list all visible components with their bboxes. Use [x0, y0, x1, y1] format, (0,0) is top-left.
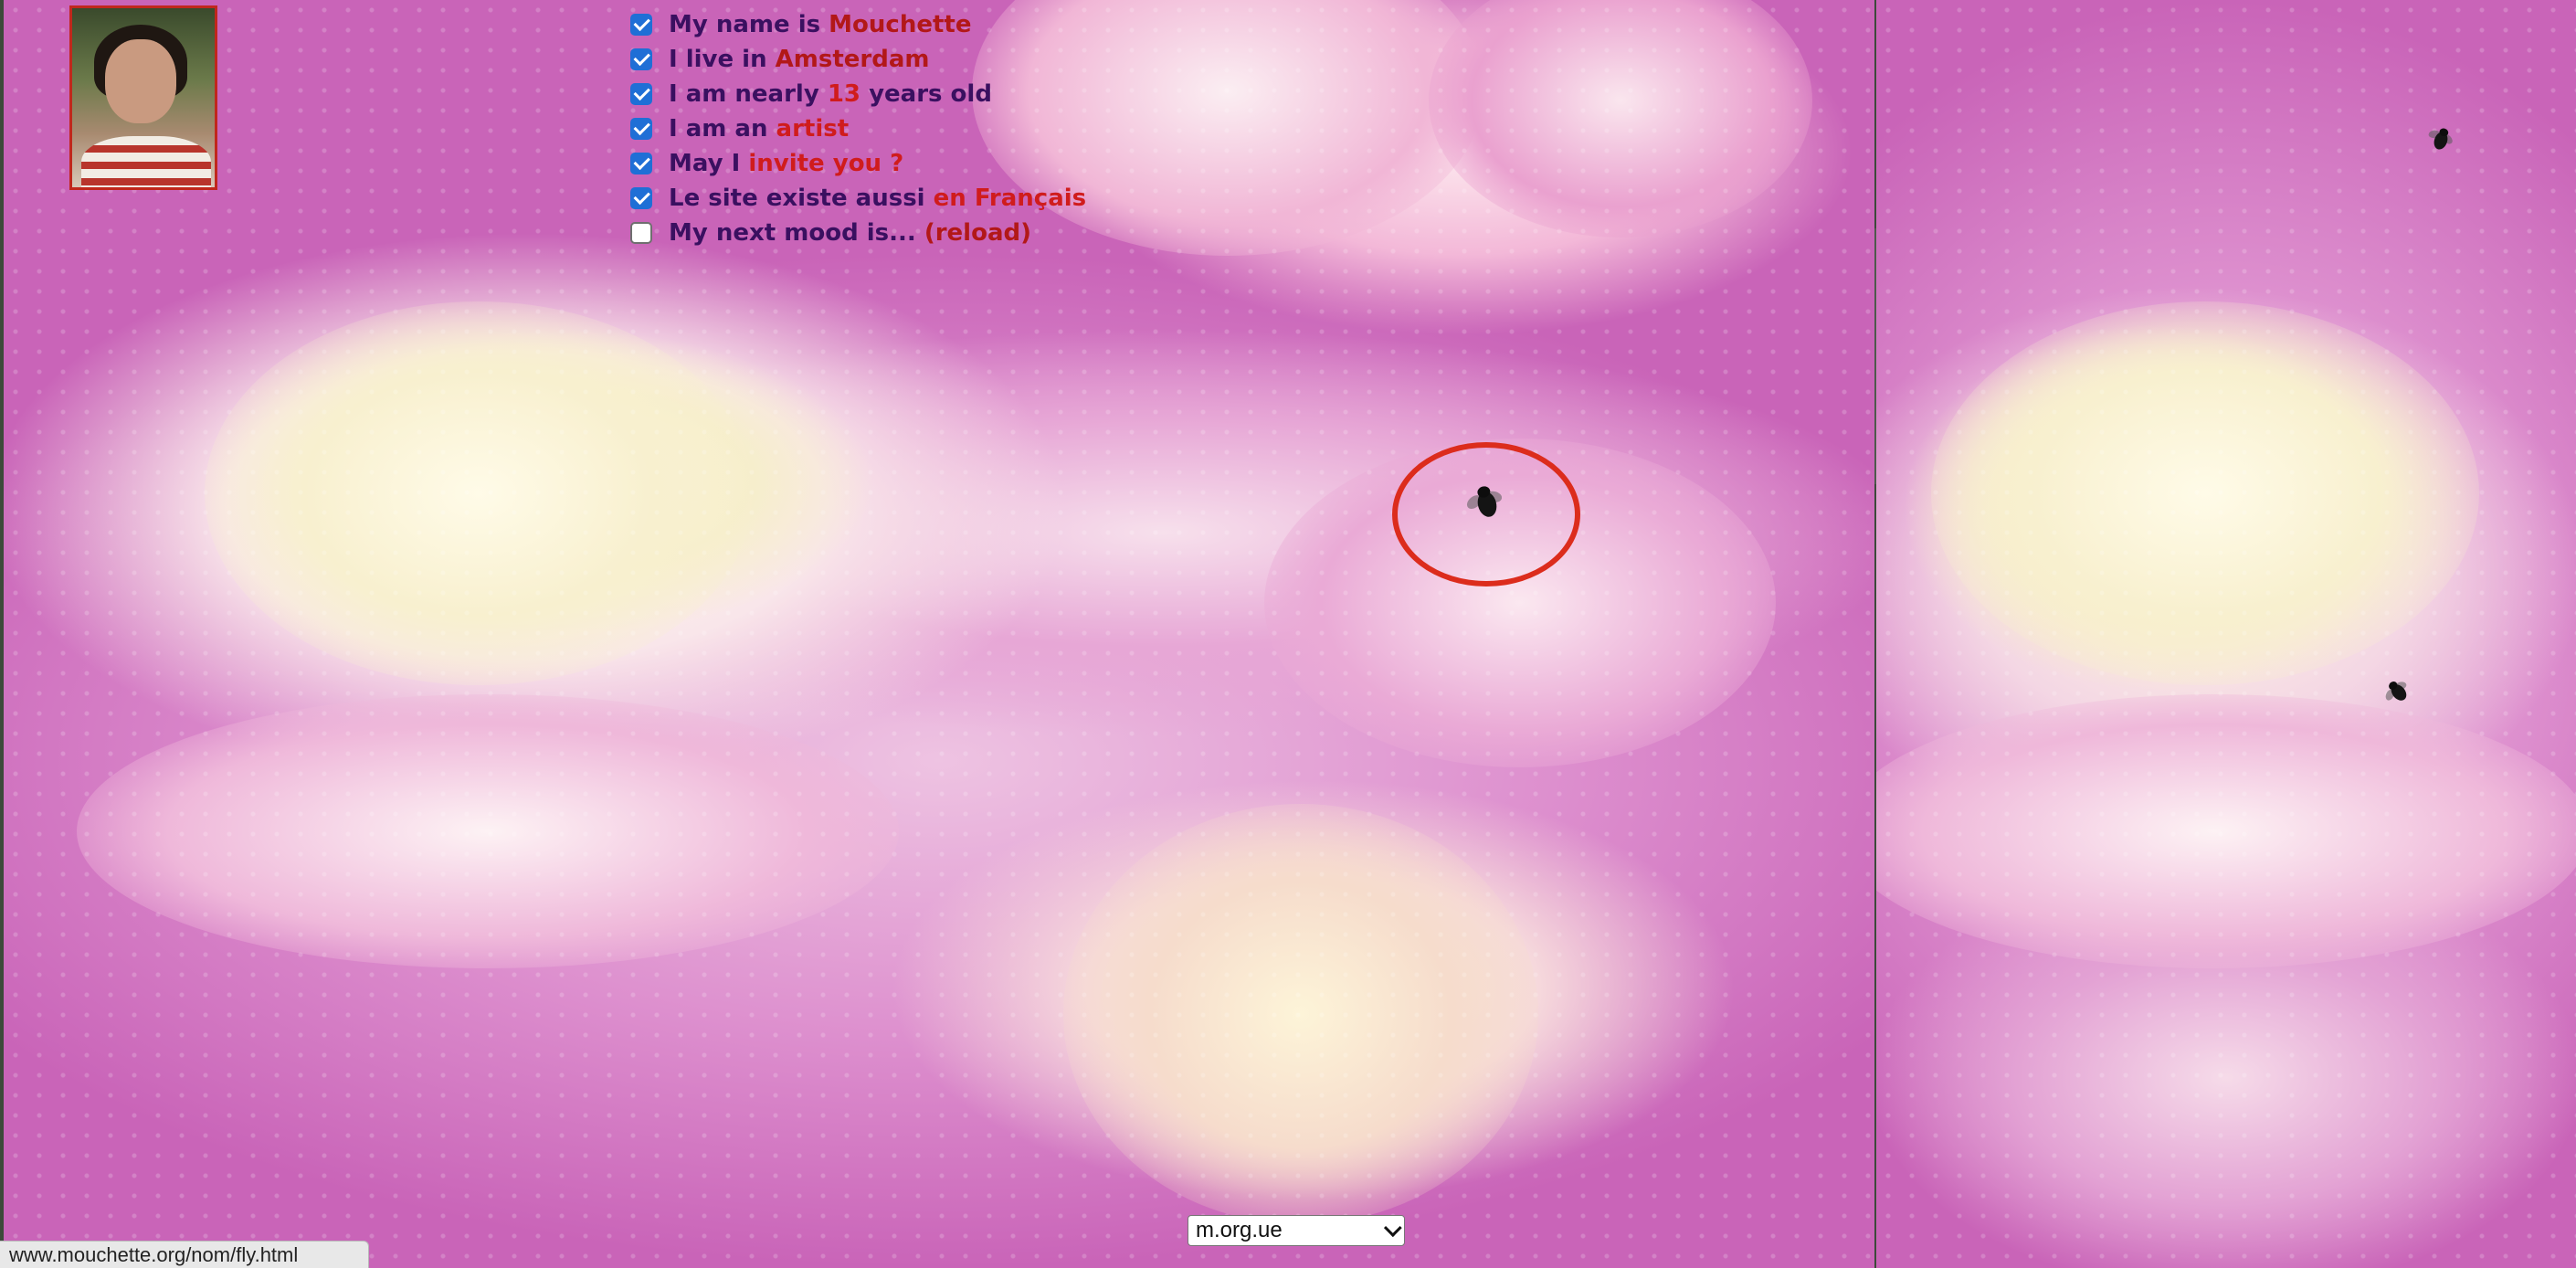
statement-city: I live in Amsterdam — [630, 42, 1086, 77]
rose-background-image-repeat — [1876, 0, 2576, 1268]
site-select[interactable]: m.org.ue — [1188, 1215, 1405, 1246]
statement-list: My name is Mouchette I live in Amsterdam… — [630, 7, 1086, 250]
statement-text: I am nearly 13 years old — [669, 80, 992, 108]
statement-age: I am nearly 13 years old — [630, 77, 1086, 111]
link-french[interactable]: en Français — [934, 185, 1087, 212]
statement-french: Le site existe aussi en Français — [630, 181, 1086, 216]
dew-droplets — [1876, 0, 2576, 1268]
statement-text: My next mood is... (reload) — [669, 219, 1031, 247]
link-age[interactable]: 13 — [828, 80, 860, 108]
avatar-shirt — [81, 136, 211, 187]
statement-label: I live in — [669, 46, 776, 73]
statement-label: Le site existe aussi — [669, 185, 934, 212]
link-reload[interactable]: (reload) — [924, 219, 1031, 247]
statement-invite: May I invite you ? — [630, 146, 1086, 181]
statement-label: I am nearly — [669, 80, 828, 108]
statement-text: May I invite you ? — [669, 150, 903, 177]
checkbox-name[interactable] — [630, 14, 652, 36]
statement-text: Le site existe aussi en Français — [669, 185, 1086, 212]
link-mouchette[interactable]: Mouchette — [829, 11, 971, 38]
statement-text: I am an artist — [669, 115, 849, 143]
avatar[interactable] — [69, 5, 217, 190]
statement-label: My next mood is... — [669, 219, 924, 247]
statement-artist: I am an artist — [630, 111, 1086, 146]
statement-text: My name is Mouchette — [669, 11, 971, 38]
link-artist[interactable]: artist — [776, 115, 850, 143]
statement-label: I am an — [669, 115, 776, 143]
site-select-value: m.org.ue — [1196, 1218, 1283, 1242]
checkbox-city[interactable] — [630, 48, 652, 70]
checkbox-artist[interactable] — [630, 118, 652, 140]
avatar-face — [105, 39, 176, 123]
link-invite[interactable]: invite you ? — [748, 150, 903, 177]
checkbox-age[interactable] — [630, 83, 652, 105]
statement-name: My name is Mouchette — [630, 7, 1086, 42]
statement-mood: My next mood is... (reload) — [630, 216, 1086, 250]
checkbox-invite[interactable] — [630, 153, 652, 174]
checkbox-mood[interactable] — [630, 222, 652, 244]
statement-text: I live in Amsterdam — [669, 46, 930, 73]
statement-label-suffix: years old — [860, 80, 992, 108]
chevron-down-icon — [1383, 1219, 1402, 1238]
statement-label: My name is — [669, 11, 829, 38]
checkbox-french[interactable] — [630, 187, 652, 209]
link-amsterdam[interactable]: Amsterdam — [776, 46, 930, 73]
status-bar-url: www.mouchette.org/nom/fly.html — [0, 1241, 369, 1268]
statement-label: May I — [669, 150, 749, 177]
